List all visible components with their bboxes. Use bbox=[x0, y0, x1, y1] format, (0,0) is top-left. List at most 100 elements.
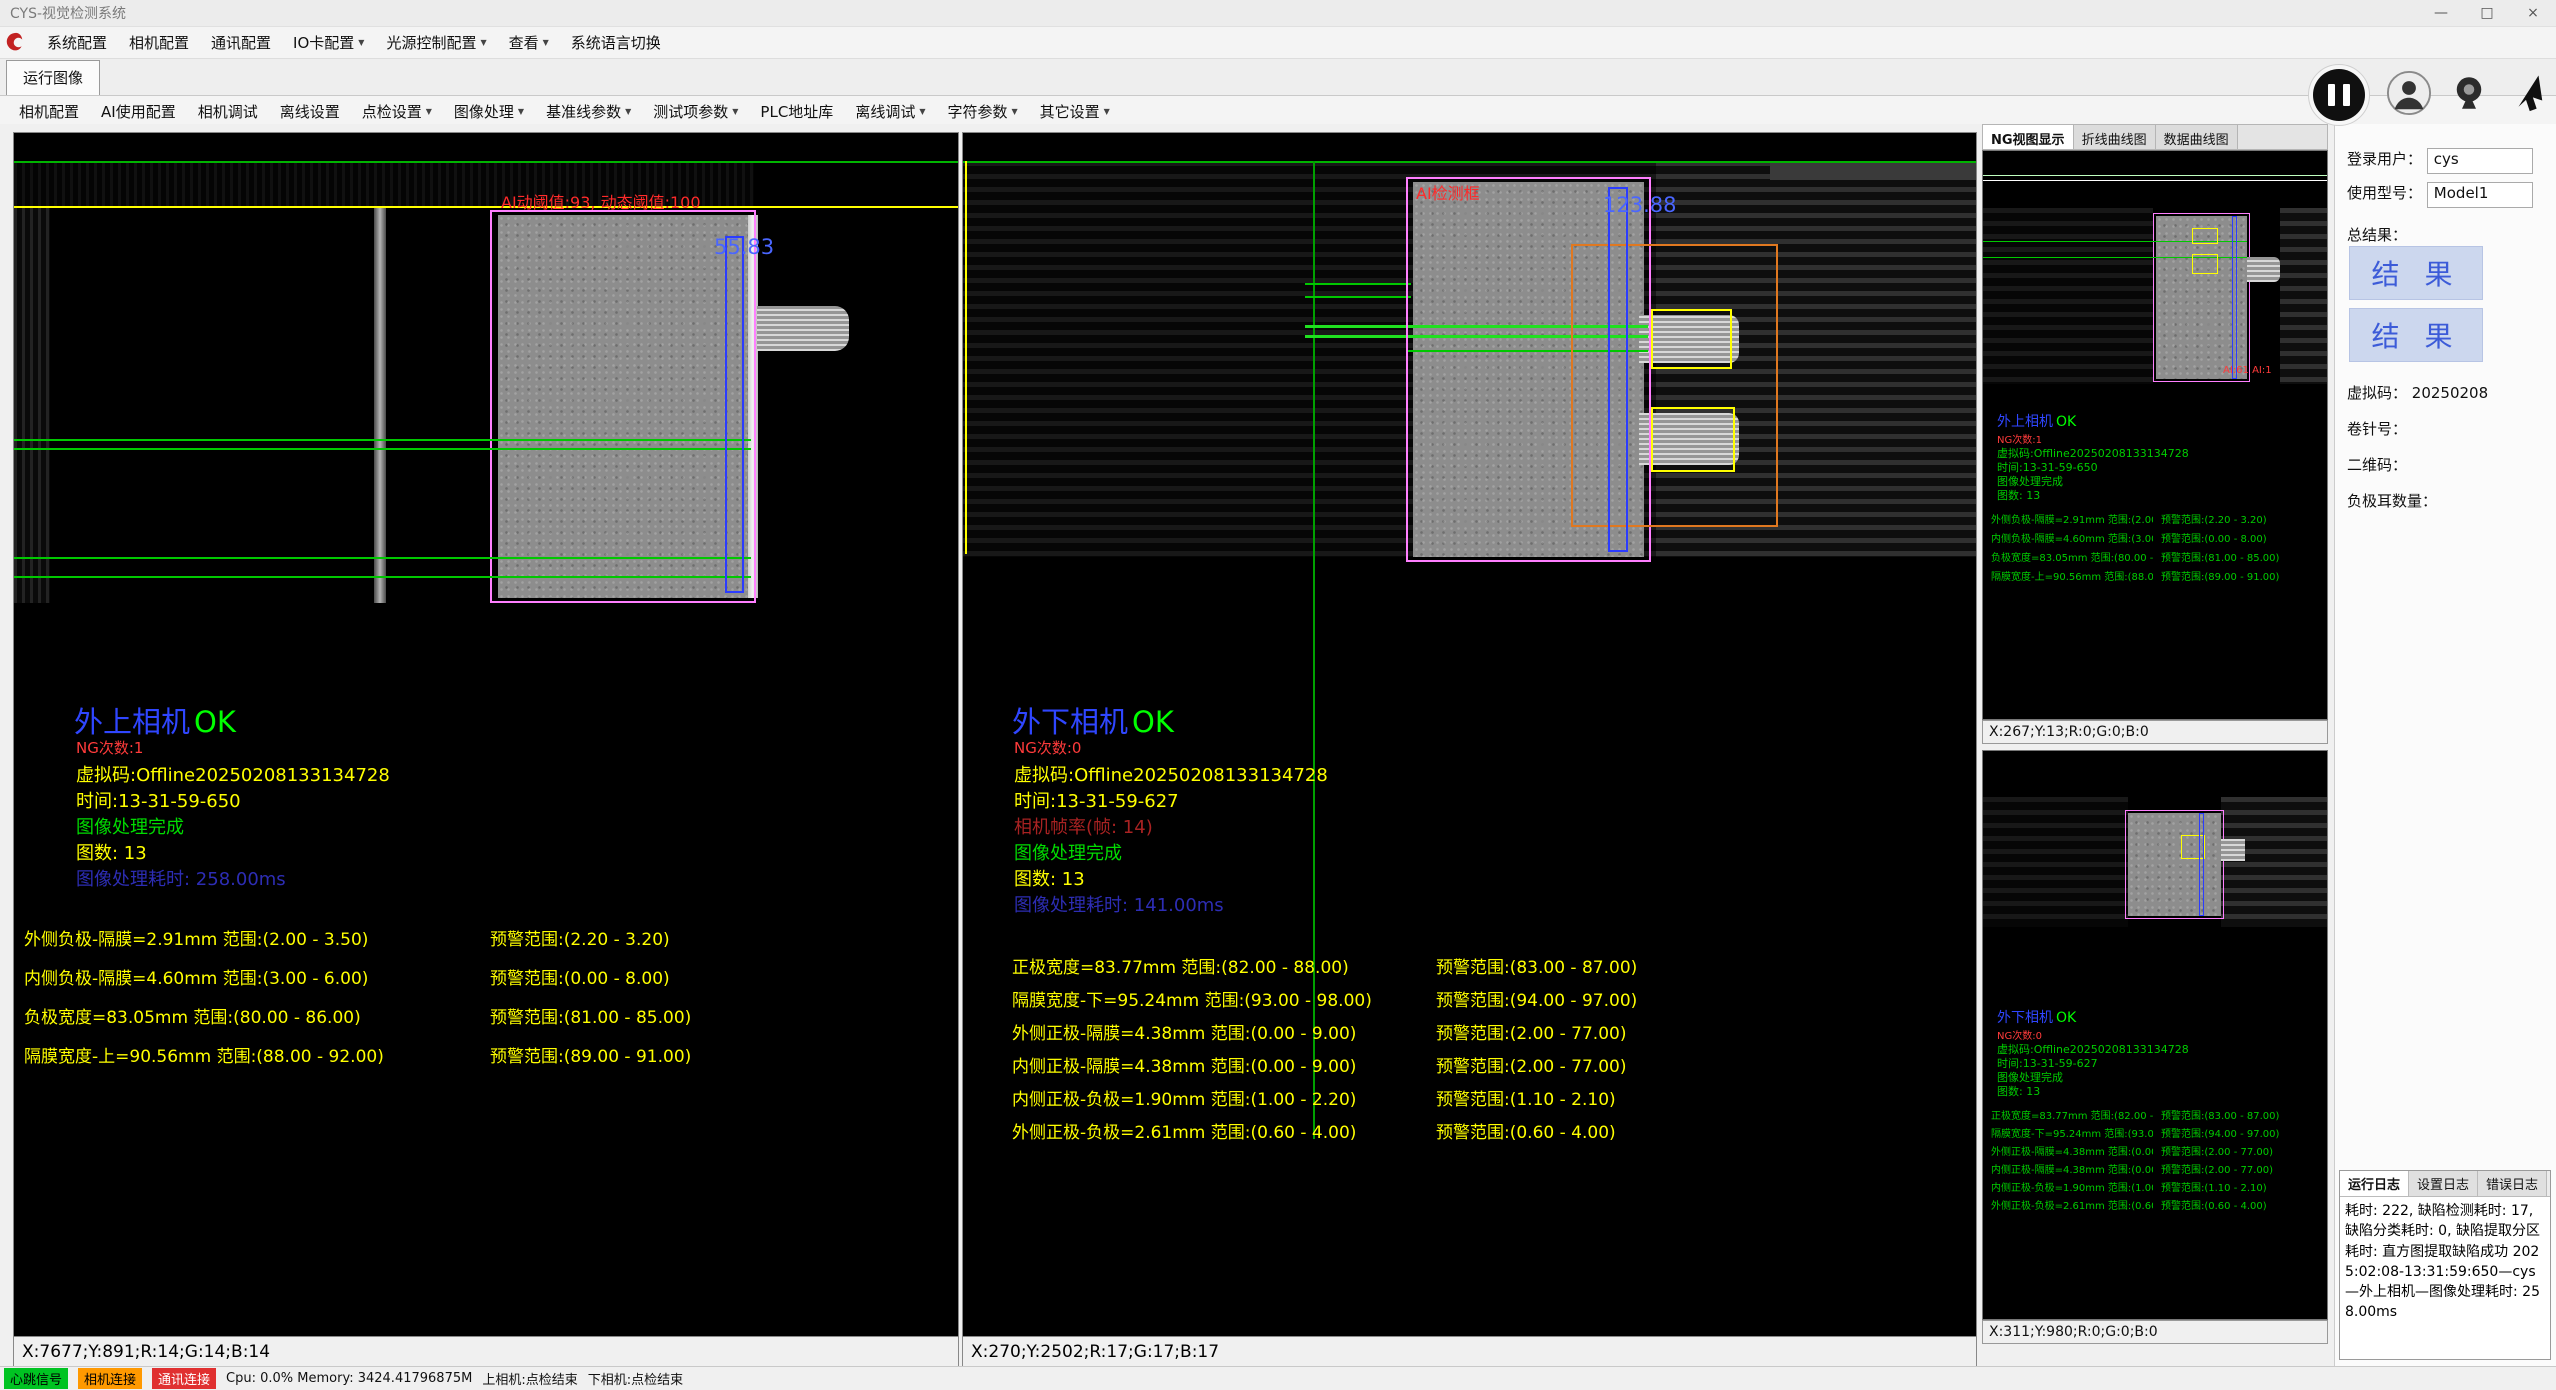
pause-button[interactable] bbox=[2308, 64, 2370, 126]
roi-rect-yellow bbox=[2192, 254, 2218, 274]
tool-camera-debug[interactable]: 相机调试 bbox=[187, 101, 269, 122]
tab-strip: 运行图像 bbox=[0, 59, 2556, 96]
ng-count: NG次数:0 bbox=[1997, 1027, 2042, 1042]
ai-note: AI:61 AI:1 bbox=[2223, 365, 2272, 376]
baseline-yellow bbox=[14, 206, 958, 208]
blue-measure-value: 123.88 bbox=[1603, 193, 1676, 217]
tool-baseline-params[interactable]: 基准线参数▼ bbox=[535, 101, 642, 122]
ai-box-label: AI检测框 bbox=[1416, 180, 1480, 204]
camera-button[interactable] bbox=[2448, 72, 2490, 118]
dropdown-arrow-icon: ▼ bbox=[480, 38, 486, 47]
result-title: 外下相机OK bbox=[1997, 1007, 2076, 1027]
tool-test-item-params[interactable]: 测试项参数▼ bbox=[642, 101, 749, 122]
log-panel: 运行日志 设置日志 错误日志 耗时: 222, 缺陷检测耗时: 17, 缺陷分类… bbox=[2339, 1170, 2551, 1360]
machine-texture bbox=[1983, 208, 2153, 384]
tool-spotcheck-settings[interactable]: 点检设置▼ bbox=[351, 101, 443, 122]
menu-view[interactable]: 查看▼ bbox=[498, 32, 560, 53]
image-count: 图数: 13 bbox=[1014, 865, 1085, 891]
machine-edge-highlight bbox=[374, 206, 386, 603]
menu-system-config[interactable]: 系统配置 bbox=[36, 32, 118, 53]
upper-camera-status: 上相机:点检结束 bbox=[482, 1369, 577, 1388]
measurement-row: 隔膜宽度-下=95.24mm 范围:(93.00 - 98.00) 预警范围:(… bbox=[1012, 986, 1962, 1010]
measurement-row: 外侧负极-隔膜=2.91mm 范围:(2.00 - 3.50) 预警范围:(2.… bbox=[24, 925, 954, 949]
menu-language-switch[interactable]: 系统语言切换 bbox=[560, 32, 672, 53]
tool-offline-settings[interactable]: 离线设置 bbox=[269, 101, 351, 122]
tab-line-curve[interactable]: 折线曲线图 bbox=[2074, 125, 2156, 149]
login-value[interactable]: cys bbox=[2427, 148, 2533, 174]
frame-rate-line: 相机帧率(帧: 14) bbox=[1014, 813, 1153, 839]
measurement-row: 隔膜宽度-上=90.56mm 范围:(88.00 - 92.00) 预警范围:(… bbox=[24, 1042, 954, 1066]
minimize-button[interactable]: — bbox=[2418, 5, 2464, 21]
thumb-measure-row: 隔膜宽度-上=90.56mm 范围:(88.00 - 92.00)预警范围:(8… bbox=[1991, 568, 2327, 582]
processing-elapsed: 图像处理耗时: 141.00ms bbox=[1014, 891, 1224, 917]
roi-rect-blue bbox=[2232, 216, 2237, 379]
user-button[interactable] bbox=[2386, 70, 2432, 120]
dropdown-arrow-icon: ▼ bbox=[919, 107, 925, 116]
dropdown-arrow-icon: ▼ bbox=[358, 38, 364, 47]
tool-other-settings[interactable]: 其它设置▼ bbox=[1029, 101, 1121, 122]
camera-icon bbox=[2448, 72, 2490, 114]
dropdown-arrow-icon: ▼ bbox=[732, 107, 738, 116]
left-camera-coords: X:7677;Y:891;R:14;G:14;B:14 bbox=[14, 1336, 958, 1366]
tab-run-image[interactable]: 运行图像 bbox=[6, 60, 100, 95]
model-value[interactable]: Model1 bbox=[2427, 182, 2533, 208]
tab-count-label: 负极耳数量： bbox=[2347, 492, 2437, 510]
log-text[interactable]: 耗时: 222, 缺陷检测耗时: 17, 缺陷分类耗时: 0, 缺陷提取分区耗时… bbox=[2340, 1197, 2550, 1359]
menu-comm-config[interactable]: 通讯配置 bbox=[200, 32, 282, 53]
tool-char-params[interactable]: 字符参数▼ bbox=[936, 101, 1028, 122]
user-icon bbox=[2386, 70, 2432, 116]
measure-line-green bbox=[1305, 283, 1411, 285]
measure-line-green bbox=[14, 448, 751, 450]
window-title: CYS-视觉检测系统 bbox=[0, 3, 126, 23]
ng-count: NG次数:1 bbox=[1997, 431, 2042, 446]
ng-thumb-upper[interactable]: AI:61 AI:1 外上相机OK NG次数:1 虚拟码:Offline2025… bbox=[1982, 150, 2328, 720]
roi-rect-yellow bbox=[1651, 407, 1735, 472]
measurement-row: 正极宽度=83.77mm 范围:(82.00 - 88.00) 预警范围:(83… bbox=[1012, 953, 1962, 977]
virtual-code-row: 虚拟码： 20250208 bbox=[2347, 382, 2488, 403]
tab-run-log[interactable]: 运行日志 bbox=[2340, 1171, 2409, 1196]
roi-rect-blue bbox=[2199, 813, 2204, 916]
baseline-green bbox=[14, 161, 958, 163]
tool-ai-config[interactable]: AI使用配置 bbox=[90, 101, 187, 122]
tool-plc-address-lib[interactable]: PLC地址库 bbox=[749, 101, 844, 122]
dropdown-arrow-icon: ▼ bbox=[1104, 107, 1110, 116]
camera-link-status-badge: 相机连接 bbox=[78, 1368, 142, 1389]
login-label: 登录用户： bbox=[2347, 150, 2422, 168]
menu-io-card-config[interactable]: IO卡配置▼ bbox=[282, 32, 375, 53]
tab-ng-view[interactable]: NG视图显示 bbox=[1983, 125, 2074, 149]
maximize-button[interactable]: □ bbox=[2464, 5, 2510, 21]
header-icons bbox=[2308, 64, 2546, 126]
measure-line-green bbox=[1305, 296, 1411, 298]
tool-offline-debug[interactable]: 离线调试▼ bbox=[844, 101, 936, 122]
qr-code-label: 二维码： bbox=[2347, 456, 2407, 474]
tab-prong bbox=[2247, 257, 2280, 282]
roi-rect-yellow bbox=[2192, 228, 2218, 244]
measurement-row: 内侧正极-负极=1.90mm 范围:(1.00 - 2.20) 预警范围:(1.… bbox=[1012, 1085, 1962, 1109]
ng-count: NG次数:0 bbox=[1014, 737, 1081, 758]
cursor-button[interactable] bbox=[2506, 73, 2546, 117]
roi-rect-orange bbox=[1571, 244, 1778, 527]
tab-error-log[interactable]: 错误日志 bbox=[2478, 1171, 2547, 1196]
info-panel: 登录用户： cys 使用型号： Model1 总结果： 结 果 结 果 虚拟码：… bbox=[2334, 124, 2556, 1366]
menu-camera-config[interactable]: 相机配置 bbox=[118, 32, 200, 53]
heartbeat-status-badge: 心跳信号 bbox=[4, 1368, 68, 1389]
baseline-white bbox=[1983, 180, 2327, 181]
tab-settings-log[interactable]: 设置日志 bbox=[2409, 1171, 2478, 1196]
ng-thumb-lower[interactable]: 外下相机OK NG次数:0 虚拟码:Offline202502081331347… bbox=[1982, 750, 2328, 1320]
titlebar: CYS-视觉检测系统 — □ × bbox=[0, 0, 2556, 27]
tab-prong bbox=[757, 306, 849, 351]
right-camera-image[interactable]: AI检测框 123.88 外下相机OK NG次数:0 虚拟码:Offline20… bbox=[963, 133, 1976, 1336]
menu-light-control-config[interactable]: 光源控制配置▼ bbox=[375, 32, 497, 53]
tab-data-curve[interactable]: 数据曲线图 bbox=[2156, 125, 2238, 149]
measurement-row: 外侧正极-负极=2.61mm 范围:(0.60 - 4.00) 预警范围:(0.… bbox=[1012, 1118, 1962, 1142]
left-camera-image[interactable]: AI动阈值:93, 动态阈值:100 55.83 外上相机OK NG次数:1 虚… bbox=[14, 133, 958, 1336]
result-box-2: 结 果 bbox=[2349, 308, 2483, 362]
tool-camera-config[interactable]: 相机配置 bbox=[8, 101, 90, 122]
close-button[interactable]: × bbox=[2510, 5, 2556, 21]
thumb-measure-row: 内侧正极-负极=1.90mm 范围:(1.00 - 2.20)预警范围:(1.1… bbox=[1991, 1179, 2327, 1193]
app-window: CYS-视觉检测系统 — □ × 系统配置 相机配置 通讯配置 IO卡配置▼ 光… bbox=[0, 0, 2556, 1390]
model-row: 使用型号： Model1 bbox=[2347, 182, 2533, 208]
baseline-yellow bbox=[965, 161, 967, 554]
camera-name: 外下相机 bbox=[1012, 705, 1128, 739]
tool-image-processing[interactable]: 图像处理▼ bbox=[443, 101, 535, 122]
